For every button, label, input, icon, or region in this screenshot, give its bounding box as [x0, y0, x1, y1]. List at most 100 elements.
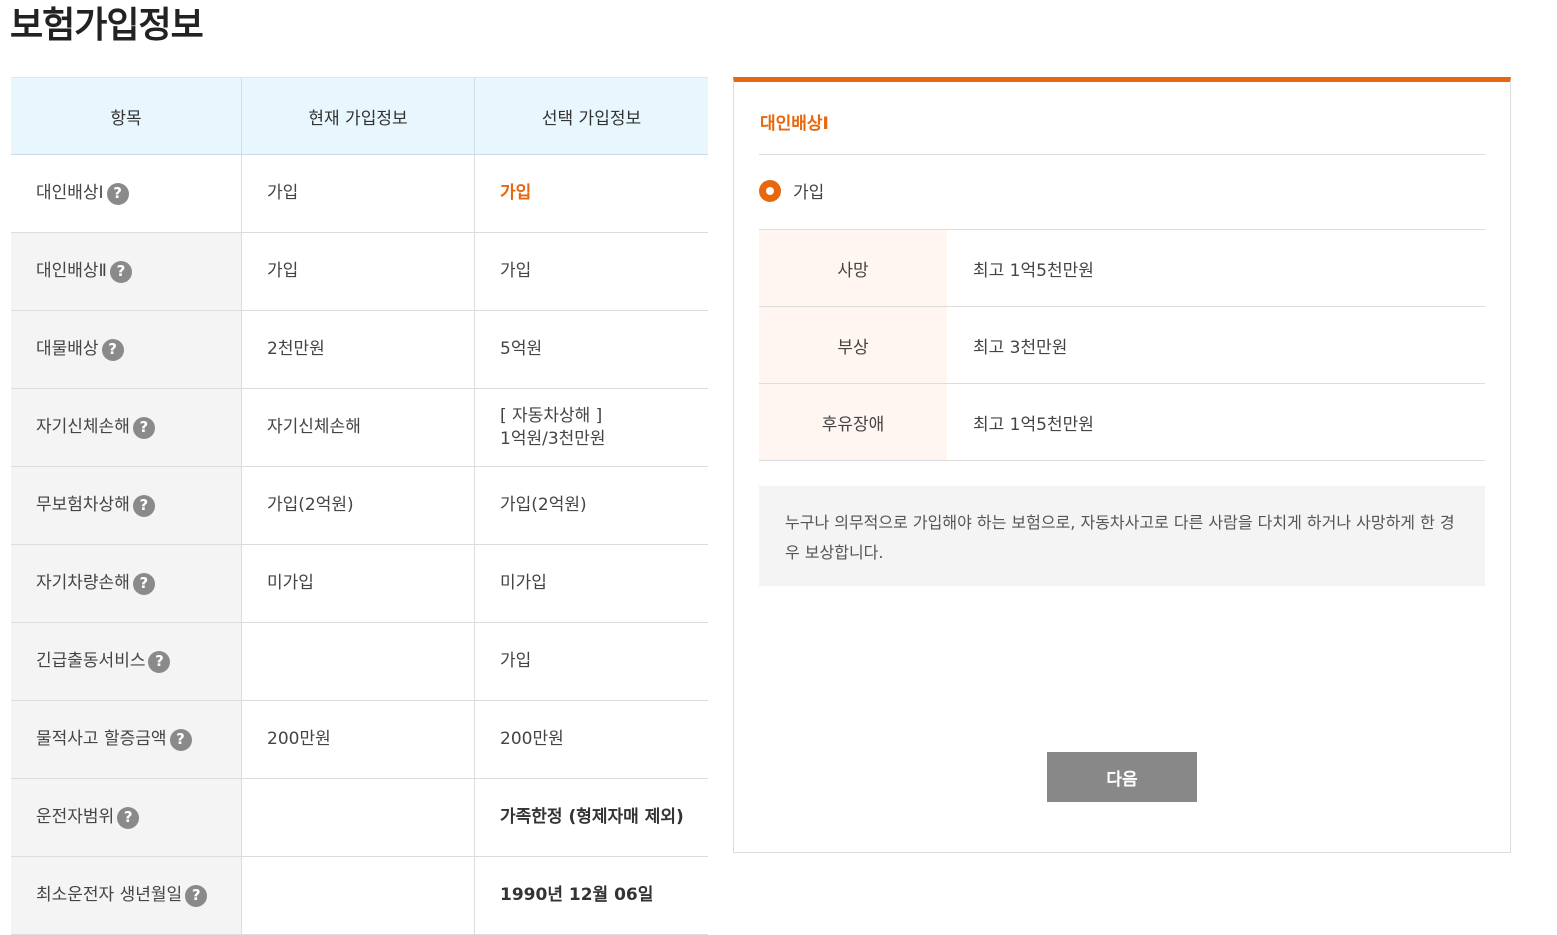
question-icon[interactable]: ?	[185, 884, 208, 907]
current-value: 2천만원	[241, 311, 474, 388]
row-label-cell: 자기차량손해?	[11, 545, 241, 622]
row-label-text: 자기차량손해	[36, 573, 130, 593]
selected-value: 1990년 12월 06일	[500, 885, 654, 905]
row-label-cell: 대물배상?	[11, 311, 241, 388]
coverage-row: 사망 최고 1억5천만원	[759, 230, 1485, 307]
row-label-cell: 대인배상Ⅱ?	[11, 233, 241, 310]
option-join-radio[interactable]: 가입	[759, 178, 824, 203]
row-label-text: 무보험차상해	[36, 495, 130, 515]
next-button[interactable]: 다음	[1047, 752, 1197, 802]
row-label: 대인배상Ⅰ?	[36, 182, 129, 205]
row-label-cell: 무보험차상해?	[11, 467, 241, 544]
question-icon[interactable]: ?	[117, 806, 140, 829]
coverage-value: 최고 3천만원	[973, 337, 1068, 358]
question-icon[interactable]: ?	[101, 338, 124, 361]
selected-value-cell: 가입	[474, 623, 708, 700]
current-value: 자기신체손해	[241, 389, 474, 466]
selected-value: 5억원	[500, 339, 543, 359]
table-row: 대인배상Ⅱ? 가입 가입	[11, 233, 708, 311]
selected-value: [ 자동차상해 ] 1억원/3천만원	[500, 405, 606, 449]
row-label: 무보험차상해?	[36, 494, 155, 517]
question-icon[interactable]: ?	[169, 728, 192, 751]
header-selected: 선택 가입정보	[474, 78, 708, 154]
table-row: 대인배상Ⅰ? 가입 가입	[11, 155, 708, 233]
question-icon[interactable]: ?	[132, 416, 155, 439]
row-label-cell: 자기신체손해?	[11, 389, 241, 466]
panel-title: 대인배상Ⅰ	[760, 114, 829, 134]
table-header: 항목 현재 가입정보 선택 가입정보	[11, 77, 708, 155]
selected-value: 가족한정 (형제자매 제외)	[500, 807, 684, 827]
selected-value-cell: 가입	[474, 233, 708, 310]
question-icon[interactable]: ?	[106, 182, 129, 205]
coverage-key: 후유장애	[759, 384, 947, 460]
question-icon[interactable]: ?	[148, 650, 171, 673]
current-value	[241, 779, 474, 856]
header-current: 현재 가입정보	[241, 78, 474, 154]
coverage-key: 부상	[759, 307, 947, 383]
selected-value: 가입	[500, 651, 532, 671]
radio-label: 가입	[793, 183, 825, 203]
selected-value-cell: 5억원	[474, 311, 708, 388]
table-row: 최소운전자 생년월일? 1990년 12월 06일	[11, 857, 708, 935]
row-label-cell: 대인배상Ⅰ?	[11, 155, 241, 232]
row-label: 긴급출동서비스?	[36, 650, 171, 673]
row-label: 최소운전자 생년월일?	[36, 884, 208, 907]
selected-value-cell: 가입	[474, 155, 708, 232]
coverage-description: 누구나 의무적으로 가입해야 하는 보험으로, 자동차사고로 다른 사람을 다치…	[759, 486, 1485, 586]
selected-value: 200만원	[500, 729, 564, 749]
row-label: 자기차량손해?	[36, 572, 155, 595]
question-icon[interactable]: ?	[109, 260, 132, 283]
selected-value: 가입	[500, 183, 532, 203]
coverage-row: 부상 최고 3천만원	[759, 307, 1485, 384]
current-value: 가입(2억원)	[241, 467, 474, 544]
selected-value: 미가입	[500, 573, 547, 593]
coverage-value: 최고 1억5천만원	[973, 414, 1094, 435]
row-label-text: 자기신체손해	[36, 417, 130, 437]
question-icon[interactable]: ?	[132, 572, 155, 595]
row-label-text: 대인배상Ⅰ	[36, 183, 104, 203]
row-label-text: 운전자범위	[36, 807, 115, 827]
header-item: 항목	[110, 108, 142, 129]
coverage-table: 사망 최고 1억5천만원 부상 최고 3천만원 후유장애 최고 1억5천만원	[759, 229, 1485, 461]
table-row: 운전자범위? 가족한정 (형제자매 제외)	[11, 779, 708, 857]
selected-value: 가입	[500, 261, 532, 281]
coverage-row: 후유장애 최고 1억5천만원	[759, 384, 1485, 461]
row-label-text: 대물배상	[36, 339, 99, 359]
row-label: 자기신체손해?	[36, 416, 155, 439]
current-value: 미가입	[241, 545, 474, 622]
page-title: 보험가입정보	[10, 5, 204, 46]
table-row: 자기신체손해? 자기신체손해[ 자동차상해 ] 1억원/3천만원	[11, 389, 708, 467]
row-label: 물적사고 할증금액?	[36, 728, 192, 751]
insurance-table: 항목 현재 가입정보 선택 가입정보 대인배상Ⅰ? 가입 가입 대인배상Ⅱ? 가입 가입 대…	[11, 77, 708, 935]
selected-value-cell: 200만원	[474, 701, 708, 778]
selected-value-cell: 가족한정 (형제자매 제외)	[474, 779, 708, 856]
current-value	[241, 857, 474, 934]
row-label-cell: 긴급출동서비스?	[11, 623, 241, 700]
selected-value-cell: 가입(2억원)	[474, 467, 708, 544]
table-row: 물적사고 할증금액? 200만원 200만원	[11, 701, 708, 779]
current-value: 200만원	[241, 701, 474, 778]
table-row: 대물배상? 2천만원 5억원	[11, 311, 708, 389]
row-label-cell: 최소운전자 생년월일?	[11, 857, 241, 934]
row-label-text: 최소운전자 생년월일	[36, 885, 183, 905]
coverage-detail-panel: 대인배상Ⅰ 가입 사망 최고 1억5천만원 부상 최고 3천만원 후유장애 최고…	[733, 77, 1511, 853]
radio-selected-icon[interactable]	[759, 179, 781, 202]
table-row: 무보험차상해? 가입(2억원) 가입(2억원)	[11, 467, 708, 545]
table-row: 긴급출동서비스? 가입	[11, 623, 708, 701]
current-value: 가입	[241, 155, 474, 232]
row-label: 대물배상?	[36, 338, 124, 361]
row-label: 운전자범위?	[36, 806, 140, 829]
selected-value-cell: 미가입	[474, 545, 708, 622]
row-label: 대인배상Ⅱ?	[36, 260, 132, 283]
selected-value: 가입(2억원)	[500, 495, 587, 515]
row-label-text: 물적사고 할증금액	[36, 729, 167, 749]
selected-value-cell: 1990년 12월 06일	[474, 857, 708, 934]
question-icon[interactable]: ?	[132, 494, 155, 517]
coverage-key: 사망	[759, 230, 947, 306]
table-row: 자기차량손해? 미가입 미가입	[11, 545, 708, 623]
current-value	[241, 623, 474, 700]
divider	[759, 154, 1485, 155]
table-body: 대인배상Ⅰ? 가입 가입 대인배상Ⅱ? 가입 가입 대물배상? 2천만원 5억원 자기신체손해? 자…	[11, 155, 708, 935]
row-label-text: 대인배상Ⅱ	[36, 261, 107, 281]
current-value: 가입	[241, 233, 474, 310]
